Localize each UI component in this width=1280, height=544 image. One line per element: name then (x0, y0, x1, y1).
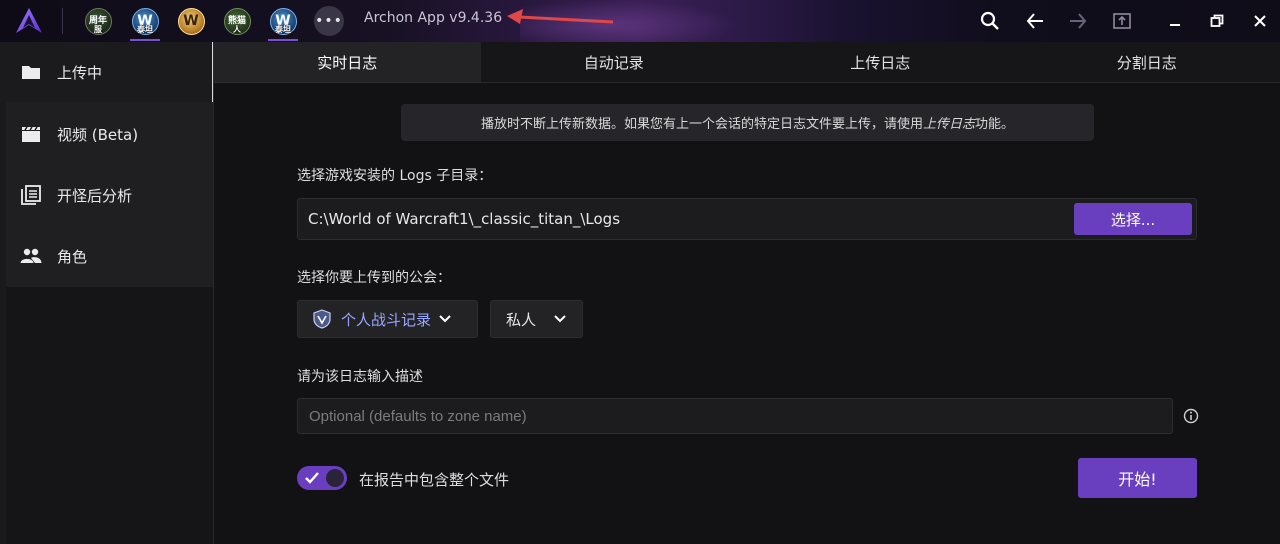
chevron-down-icon (554, 315, 566, 323)
game-sublabel: 泰坦 (275, 25, 291, 34)
app-title: Archon App v9.4.36 (364, 10, 503, 26)
game-button-titan-2[interactable]: W 泰坦 (266, 4, 300, 41)
book-list-icon (20, 184, 42, 206)
search-icon[interactable] (975, 6, 1005, 36)
choose-directory-button[interactable]: 选择... (1074, 203, 1192, 235)
directory-label: 选择游戏安装的 Logs 子目录： (297, 168, 493, 184)
include-file-toggle[interactable] (297, 466, 347, 490)
guild-select[interactable]: 个人战斗记录 (297, 300, 478, 338)
info-text: 播放时不断上传新数据。如果您有上一个会话的特定日志文件要上传，请使用 (480, 117, 923, 132)
info-circle-icon[interactable] (1183, 408, 1199, 424)
sidebar-item-uploading[interactable]: 上传中 (0, 42, 214, 102)
info-text-upload-log-link: 上传日志 (922, 117, 975, 132)
clapperboard-icon (20, 123, 42, 145)
sidebar-item-characters[interactable]: 角色 (0, 226, 214, 286)
close-icon[interactable] (1245, 6, 1275, 36)
description-input[interactable]: Optional (defaults to zone name) (297, 398, 1173, 434)
sidebar-item-label: 上传中 (57, 63, 103, 82)
info-text-end: 功能。 (975, 117, 1015, 132)
wow-retail-icon: W (177, 7, 205, 35)
sidebar: 上传中 视频 (Beta) 开怪后分析 角色 (0, 42, 214, 544)
game-button-retail[interactable]: W (174, 4, 208, 38)
game-button-pandaren[interactable]: 熊猫 人 (220, 4, 254, 38)
more-games-button[interactable]: ••• (314, 6, 344, 36)
guild-crest-icon (312, 309, 332, 329)
title-bar-divider (62, 8, 63, 34)
more-icon: ••• (315, 13, 343, 29)
log-directory-value: C:\World of Warcraft1\_classic_titan_\Lo… (308, 210, 621, 228)
game-label: W (183, 12, 199, 29)
privacy-select[interactable]: 私人 (490, 300, 583, 338)
game-sublabel: 人 (233, 25, 241, 34)
sidebar-item-label: 视频 (Beta) (57, 125, 139, 144)
forward-arrow-icon[interactable] (1063, 6, 1093, 36)
tab-split-log[interactable]: 分割日志 (1014, 42, 1280, 82)
description-label: 请为该日志输入描述 (297, 369, 423, 385)
tab-upload-log[interactable]: 上传日志 (747, 42, 1014, 82)
game-sublabel: 泰坦 (137, 25, 153, 34)
game-sublabel: 服 (94, 25, 102, 34)
sidebar-item-label: 开怪后分析 (57, 186, 133, 205)
upload-window-icon[interactable] (1107, 6, 1137, 36)
privacy-select-value: 私人 (506, 310, 537, 329)
log-directory-field[interactable]: C:\World of Warcraft1\_classic_titan_\Lo… (297, 198, 1197, 240)
toggle-knob (326, 469, 344, 487)
folder-icon (20, 61, 42, 83)
tab-auto-record[interactable]: 自动记录 (481, 42, 748, 82)
info-banner: 播放时不断上传新数据。如果您有上一个会话的特定日志文件要上传，请使用 上传日志 功能… (401, 104, 1094, 141)
people-icon (20, 245, 42, 267)
guild-label: 选择你要上传到的公会： (297, 270, 451, 286)
sidebar-item-video[interactable]: 视频 (Beta) (0, 104, 214, 164)
back-arrow-icon[interactable] (1020, 6, 1050, 36)
sidebar-item-pull-analysis[interactable]: 开怪后分析 (0, 165, 214, 225)
archon-logo-icon[interactable] (10, 4, 48, 38)
sidebar-item-label: 角色 (57, 247, 88, 266)
start-button[interactable]: 开始! (1078, 458, 1197, 498)
guild-select-value: 个人战斗记录 (341, 310, 432, 329)
tab-live-log[interactable]: 实时日志 (214, 42, 481, 82)
checkmark-icon (305, 472, 319, 484)
title-bar: 周年 服 W 泰坦 W 熊猫 人 W 泰坦 ••• Archon App v9.… (0, 0, 1280, 42)
game-button-anniversary[interactable]: 周年 服 (81, 4, 115, 38)
minimize-icon[interactable] (1160, 6, 1190, 36)
restore-icon[interactable] (1202, 6, 1232, 36)
annotation-arrow-icon (507, 9, 614, 24)
chevron-down-icon (439, 315, 451, 323)
tab-bar: 实时日志 自动记录 上传日志 分割日志 (214, 42, 1280, 82)
game-button-titan-1[interactable]: W 泰坦 (128, 4, 162, 41)
include-file-label: 在报告中包含整个文件 (359, 471, 510, 489)
sidebar-empty-area (6, 287, 214, 544)
